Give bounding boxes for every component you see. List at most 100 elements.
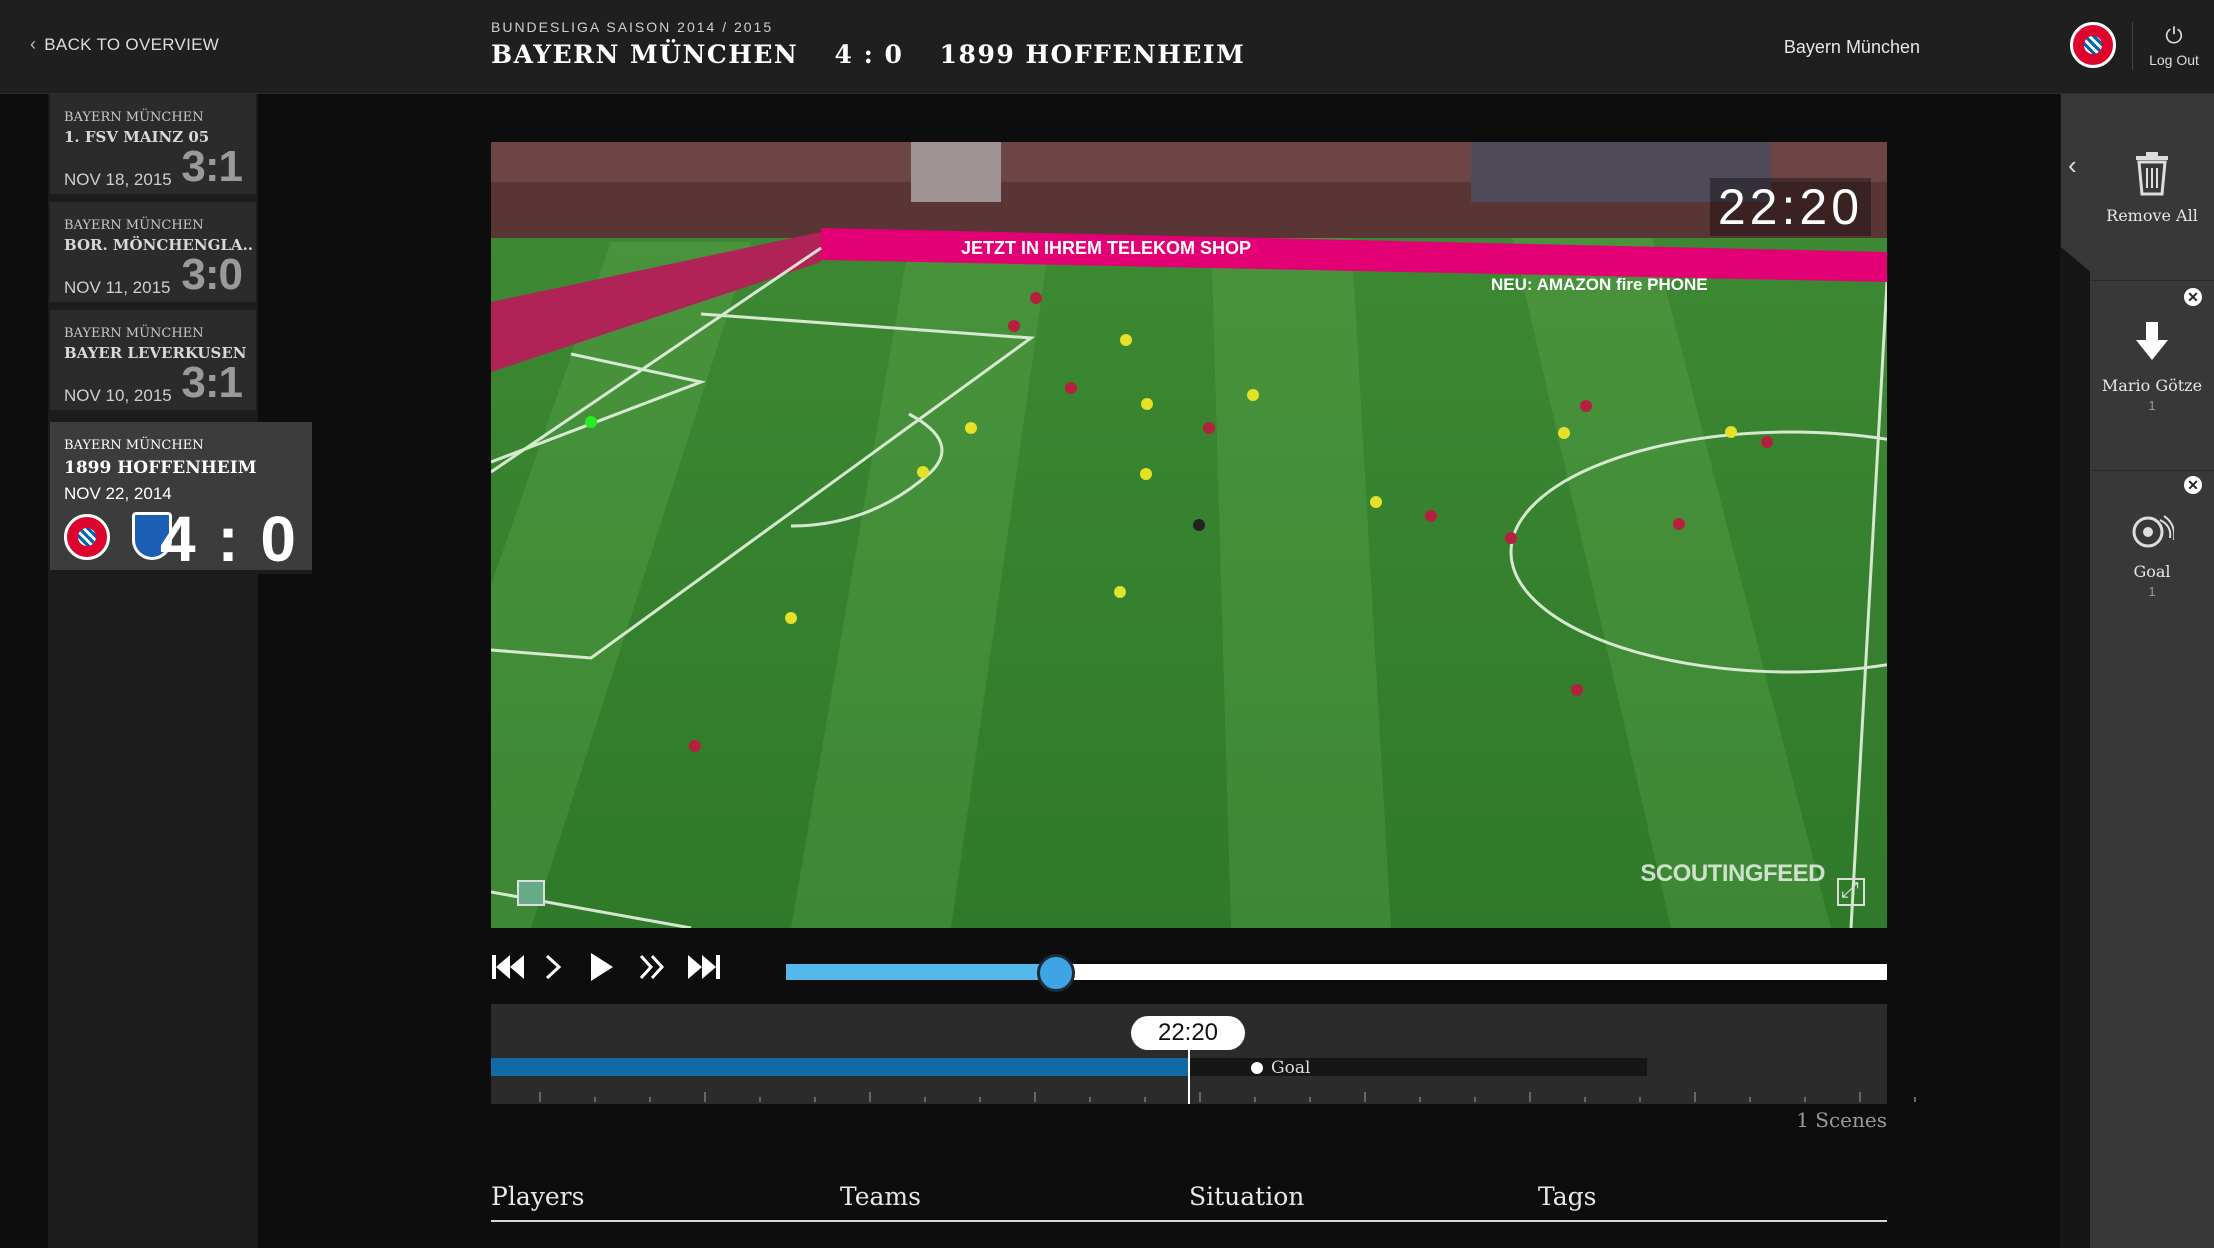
timeline-cursor[interactable] [1188,1048,1190,1104]
timeline-tick [1639,1097,1641,1102]
away-team-name: 1899 HOFFENHEIM [939,40,1246,69]
remove-filter-mario-gotze-button[interactable]: ✕ [2184,288,2202,306]
filter-label: Mario Götze [2101,376,2203,395]
match-date: NOV 18, 2015 [64,170,172,189]
collapse-panel-button[interactable]: ‹ [2061,94,2093,274]
logout-button[interactable]: ⏻ Log Out [2140,23,2208,69]
match-home-team: BAYERN MÜNCHEN [64,438,204,453]
trash-icon [2136,152,2168,196]
match-title: BAYERN MÜNCHEN 4 : 0 1899 HOFFENHEIM [491,40,1271,69]
match-card[interactable]: BAYERN MÜNCHEN BOR. MÖNCHENGLA.. NOV 11,… [50,202,256,306]
bayern-crest-icon [2070,22,2116,68]
chevron-right-icon [545,954,562,980]
timeline-tick [594,1097,596,1102]
timeline-tick [1584,1097,1586,1102]
timeline-tick [1694,1092,1696,1102]
panel-divider [2090,280,2214,281]
timeline-tick [1914,1097,1916,1102]
video-progress-knob[interactable] [1036,954,1075,992]
back-to-overview-link[interactable]: ‹ BACK TO OVERVIEW [30,34,219,55]
play-icon [591,953,613,981]
active-filters-panel: Remove All ✕ Mario Götze 1 ✕ Goal 1 [2090,94,2214,1248]
remove-all-label: Remove All [2106,206,2198,225]
user-team-name: Bayern München [1783,37,1920,57]
match-card[interactable]: BAYERN MÜNCHEN 1. FSV MAINZ 05 NOV 18, 2… [50,94,256,198]
timeline-event-goal[interactable]: Goal [1251,1058,1310,1078]
match-home-team: BAYERN MÜNCHEN [64,218,204,233]
timeline-tick [1859,1092,1861,1102]
match-date: NOV 22, 2014 [64,484,172,503]
chevron-left-icon: ‹ [2068,150,2077,180]
match-home-team: BAYERN MÜNCHEN [64,326,204,341]
chevron-left-icon: ‹ [30,34,37,54]
skip-to-start-button[interactable] [491,950,527,984]
banner-telekom: JETZT IN IHREM TELEKOM SHOP [961,238,1251,258]
match-clock-overlay: 22:20 [1709,178,1871,236]
timeline-tick [1804,1097,1806,1102]
remove-all-button[interactable]: Remove All [2090,152,2214,225]
match-away-team: 1899 HOFFENHEIM [64,458,257,478]
filter-count: 1 [2148,584,2156,599]
timeline-tick [1474,1097,1476,1102]
timeline-time-bubble: 22:20 [1131,1016,1245,1050]
bayern-crest-icon [64,514,110,560]
filter-tabs: Players Teams Situation Tags [491,1176,1887,1222]
thumbnail-image-icon [517,880,545,906]
timeline-tick [1529,1092,1531,1102]
scoutingfeed-watermark: SCOUTINGFEED [1640,860,1825,887]
filter-mario-gotze[interactable]: Mario Götze 1 [2090,320,2214,413]
step-forward-button[interactable] [541,950,565,984]
match-card[interactable]: BAYERN MÜNCHEN BAYER LEVERKUSEN NOV 10, … [50,310,256,414]
timeline-tick [814,1097,816,1102]
timeline-tick [1089,1097,1091,1102]
banner-amazon: NEU: AMAZON fire PHONE [1491,275,1708,294]
match-card-active[interactable]: BAYERN MÜNCHEN 1899 HOFFENHEIM NOV 22, 2… [50,422,312,575]
filter-goal[interactable]: Goal 1 [2090,512,2214,599]
timeline-tick [1144,1097,1146,1102]
tab-players[interactable]: Players [491,1182,584,1211]
timeline-tick [1419,1097,1421,1102]
timeline-tick [539,1092,541,1102]
video-progress-bar[interactable] [786,954,1887,992]
timeline-tick [1254,1097,1256,1102]
fast-forward-button[interactable] [637,950,667,984]
season-label: BUNDESLIGA SAISON 2014 / 2015 [491,19,774,35]
home-team-name: BAYERN MÜNCHEN [491,40,799,69]
match-score: 3:0 [181,250,243,299]
filter-count: 1 [2148,398,2156,413]
match-score: 4 : 0 [159,503,298,575]
match-score: 3:1 [181,142,243,191]
timeline-tick [869,1092,871,1102]
top-header: ‹ BACK TO OVERVIEW BUNDESLIGA SAISON 201… [0,0,2214,94]
panel-divider [2090,470,2214,471]
match-list: BAYERN MÜNCHEN 1. FSV MAINZ 05 NOV 18, 2… [48,94,312,1248]
logout-label: Log Out [2149,52,2199,68]
timeline-tick [1309,1097,1311,1102]
header-divider [2132,22,2133,70]
timeline-tick [759,1097,761,1102]
event-dot-icon [1251,1062,1263,1074]
video-player[interactable]: JETZT IN IHREM TELEKOM SHOP NEU: AMAZON … [491,142,1887,928]
tab-situation[interactable]: Situation [1189,1182,1304,1211]
tab-teams[interactable]: Teams [840,1182,921,1211]
timeline-tick [704,1092,706,1102]
timeline-tick [1034,1092,1036,1102]
power-icon: ⏻ [2165,23,2183,48]
match-date: NOV 10, 2015 [64,386,172,405]
filter-label: Goal [2133,562,2171,581]
double-chevron-right-icon [639,954,665,980]
remove-filter-goal-button[interactable]: ✕ [2184,476,2202,494]
back-label: BACK TO OVERVIEW [44,34,220,54]
fullscreen-icon[interactable] [1837,877,1865,906]
play-button[interactable] [587,950,617,984]
timeline-tick [1199,1092,1201,1102]
timeline-tick [649,1097,651,1102]
skip-to-end-button[interactable] [685,950,721,984]
scene-count: 1 Scenes [1796,1108,1887,1132]
scene-timeline[interactable]: 22:20 Goal [491,1004,1916,1104]
timeline-event-label: Goal [1271,1058,1311,1078]
timeline-progress-fill [491,1058,1188,1076]
skip-back-icon [492,955,524,979]
tab-tags[interactable]: Tags [1538,1182,1596,1211]
timeline-tick [924,1097,926,1102]
